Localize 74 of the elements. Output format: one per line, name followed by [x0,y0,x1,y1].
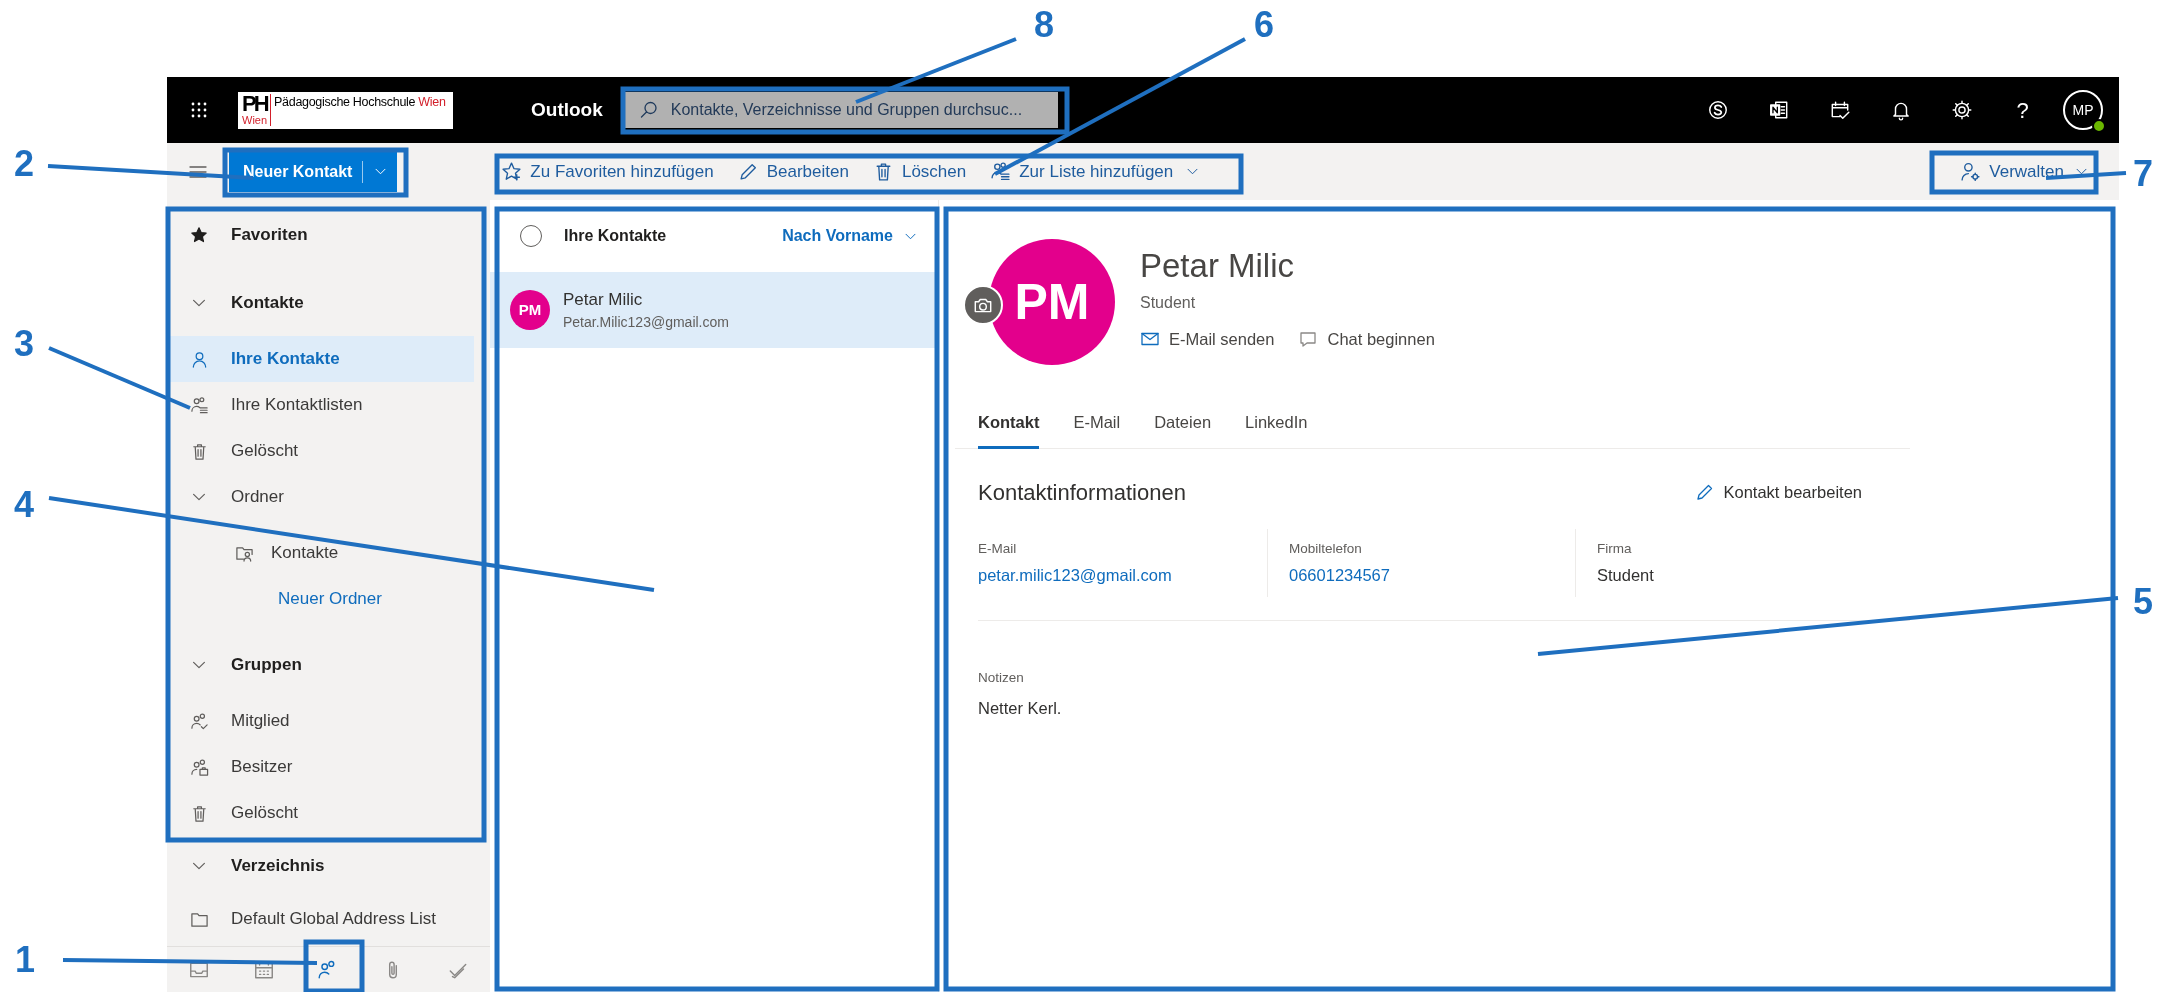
nav-item[interactable]: Default Global Address List [167,896,474,942]
logo-mark: PH [242,93,268,114]
toolbar-button[interactable]: Zu Favoriten hinzufügen [501,158,714,185]
person-gear-icon [1960,161,1982,182]
detail-tab[interactable]: E-Mail [1073,399,1121,449]
contact-action-button[interactable]: E-Mail senden [1140,327,1275,352]
nav-folder-group[interactable]: Ordner [167,474,490,520]
callout-number: 2 [14,146,34,182]
nav-item[interactable]: Besitzer [167,744,474,790]
nav-section-header[interactable]: Verzeichnis [167,836,490,896]
search-field[interactable]: Kontakte, Verzeichnisse und Gruppen durchsuc... [624,92,1058,128]
toolbar-button[interactable]: Löschen [872,158,967,185]
nav-section-header[interactable]: Gruppen [167,632,490,698]
contact-list-icon [189,395,209,415]
contact-action-button[interactable]: Chat beginnen [1298,327,1435,352]
people-check-icon [189,711,209,731]
organization-name: Pädagogische Hochschule Wien [274,93,446,110]
app-title[interactable]: Outlook [531,95,603,125]
change-photo-button[interactable] [963,285,1003,325]
contact-email: Petar.Milic123@gmail.com [563,313,729,333]
contact-name: Petar Milic [1140,246,1296,286]
callout-number: 4 [14,487,34,523]
app-launcher-icon [189,100,209,120]
nav-item[interactable]: Gelöscht [167,790,474,836]
contact-avatar: PM [989,239,1115,365]
people-briefcase-icon [189,757,209,777]
help-button[interactable]: ? [1992,93,2053,127]
field-label: Mobiltelefon [1289,539,1363,558]
nav-item[interactable]: Ihre Kontaktlisten [167,382,474,428]
callout-number: 5 [2133,584,2153,620]
notebook-icon [1767,99,1790,121]
field-label: Firma [1597,539,1633,558]
sort-dropdown[interactable]: Nach Vorname [782,224,918,248]
star-icon [190,226,208,244]
new-contact-button[interactable]: Neuer Kontakt [229,151,363,192]
callout-number: 3 [14,326,34,362]
detail-tab[interactable]: Kontakt [978,399,1040,449]
new-folder-link[interactable]: Neuer Ordner [278,586,382,612]
search-icon [638,100,659,120]
list-heading: Ihre Kontakte [564,226,667,246]
contact-row[interactable]: PM Petar Milic Petar.Milic123@gmail.com [490,272,938,348]
notes-text: Netter Kerl. [978,698,1063,720]
nav-item[interactable]: Gelöscht [167,428,474,474]
field-value: Student [1597,564,1654,586]
nav-heading[interactable]: Favoriten [231,222,308,248]
add-to-list-icon [990,161,1012,182]
field-label: E-Mail [978,539,1018,558]
field-link[interactable]: petar.milic123@gmail.com [978,562,1267,588]
skype-icon [1706,99,1729,121]
new-contact-dropdown[interactable] [363,151,398,192]
toolbar-button[interactable]: Zur Liste hinzufügen [990,158,1201,185]
callout-number: 7 [2133,156,2153,192]
section-title: Kontaktinformationen [978,478,1186,507]
contact-title: Student [1140,293,1197,313]
add-favorite-icon [501,161,523,182]
detail-tab[interactable]: Dateien [1154,399,1212,449]
manage-button[interactable]: Verwalten [1960,158,2089,185]
search-input[interactable]: Kontakte, Verzeichnisse und Gruppen durchsuc... [670,98,1058,122]
toolbar-button[interactable]: Bearbeiten [737,158,849,185]
contact-avatar: PM [510,290,550,330]
logo-city: Wien [242,113,268,126]
detail-tab[interactable]: LinkedIn [1245,399,1308,449]
callout-number: 6 [1254,7,1274,43]
callout-number: 8 [1034,7,1054,43]
settings-icon [1950,99,1973,121]
nav-item[interactable]: Kontakte [167,530,474,576]
contact-name: Petar Milic [563,288,644,311]
field-link[interactable]: 06601234567 [1289,562,1575,588]
nav-item[interactable]: Mitglied [167,698,474,744]
edit-contact-link[interactable]: Kontakt bearbeiten [1695,479,1862,505]
callout-number: 1 [15,942,35,978]
nav-section-header[interactable]: Kontakte [167,270,490,336]
callout-frame [303,939,365,992]
field-label: Notizen [978,669,1025,687]
